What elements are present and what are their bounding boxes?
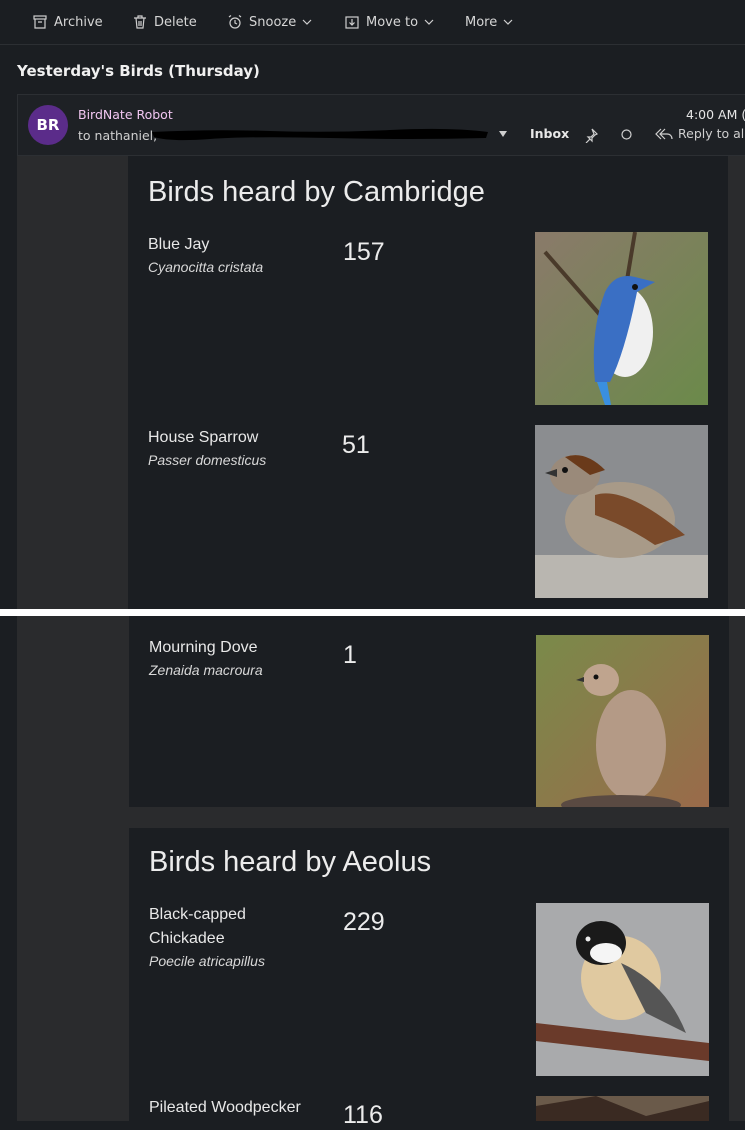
more-button[interactable]: More <box>465 12 513 32</box>
circle-icon[interactable] <box>620 128 633 141</box>
chevron-down-icon <box>424 19 434 25</box>
chevron-down-icon <box>503 19 513 25</box>
bird-scientific-name: Poecile atricapillus <box>149 953 265 969</box>
bird-photo-pileated-woodpecker <box>536 1096 709 1121</box>
reply-all-label: Reply to all <box>678 126 745 141</box>
bird-common-name: House Sparrow <box>148 429 259 446</box>
bird-common-name: Mourning Dove <box>149 639 258 656</box>
bird-count: 229 <box>343 908 385 936</box>
archive-button[interactable]: Archive <box>32 12 103 32</box>
move-to-button[interactable]: Move to <box>344 12 434 32</box>
avatar[interactable]: BR <box>28 105 68 145</box>
bird-scientific-name: Passer domesticus <box>148 452 267 468</box>
bird-scientific-name: Cyanocitta cristata <box>148 259 264 275</box>
pin-icon[interactable] <box>583 127 599 143</box>
bird-photo-black-capped-chickadee <box>536 903 709 1076</box>
chevron-down-icon <box>302 19 312 25</box>
email-subject: Yesterday's Birds (Thursday) <box>17 62 260 80</box>
section-title: Birds heard by Cambridge <box>148 176 485 208</box>
bird-photo-house-sparrow <box>535 425 708 598</box>
caret-down-icon[interactable] <box>498 130 508 138</box>
bird-common-name: Blue Jay <box>148 236 210 253</box>
sender-name[interactable]: BirdNate Robot <box>78 107 173 122</box>
alarm-clock-icon <box>228 15 242 29</box>
reply-all-icon <box>655 128 673 139</box>
bird-count: 51 <box>342 431 370 459</box>
bird-count: 157 <box>343 238 385 266</box>
inbox-label[interactable]: Inbox <box>530 126 569 141</box>
move-to-folder-icon <box>345 16 359 29</box>
message-time: 4:00 AM (8 <box>686 107 745 122</box>
more-label: More <box>465 14 498 30</box>
snooze-label: Snooze <box>249 14 297 30</box>
delete-button[interactable]: Delete <box>132 12 197 32</box>
trash-icon <box>134 15 146 29</box>
archive-icon <box>33 15 47 29</box>
toolbar: Archive Delete Snooze Move to More <box>0 0 745 45</box>
move-to-label: Move to <box>366 14 419 30</box>
bird-common-name: Pileated Woodpecker <box>149 1099 301 1116</box>
bird-common-name: Black-capped Chickadee <box>149 906 246 947</box>
redacted-recipients <box>152 128 488 141</box>
section-title: Birds heard by Aeolus <box>149 846 432 878</box>
bird-scientific-name: Zenaida macroura <box>149 662 263 678</box>
bird-count: 116 <box>343 1101 383 1129</box>
bird-photo-blue-jay <box>535 232 708 405</box>
reply-all-button[interactable]: Reply to all <box>655 126 745 141</box>
screenshot-divider <box>0 609 745 616</box>
recipients-label: to nathaniel, <box>78 128 158 143</box>
bird-count: 1 <box>343 641 357 669</box>
bird-photo-mourning-dove <box>536 635 709 807</box>
message-header <box>17 94 745 156</box>
archive-label: Archive <box>54 14 103 30</box>
delete-label: Delete <box>154 14 197 30</box>
snooze-button[interactable]: Snooze <box>227 12 312 32</box>
